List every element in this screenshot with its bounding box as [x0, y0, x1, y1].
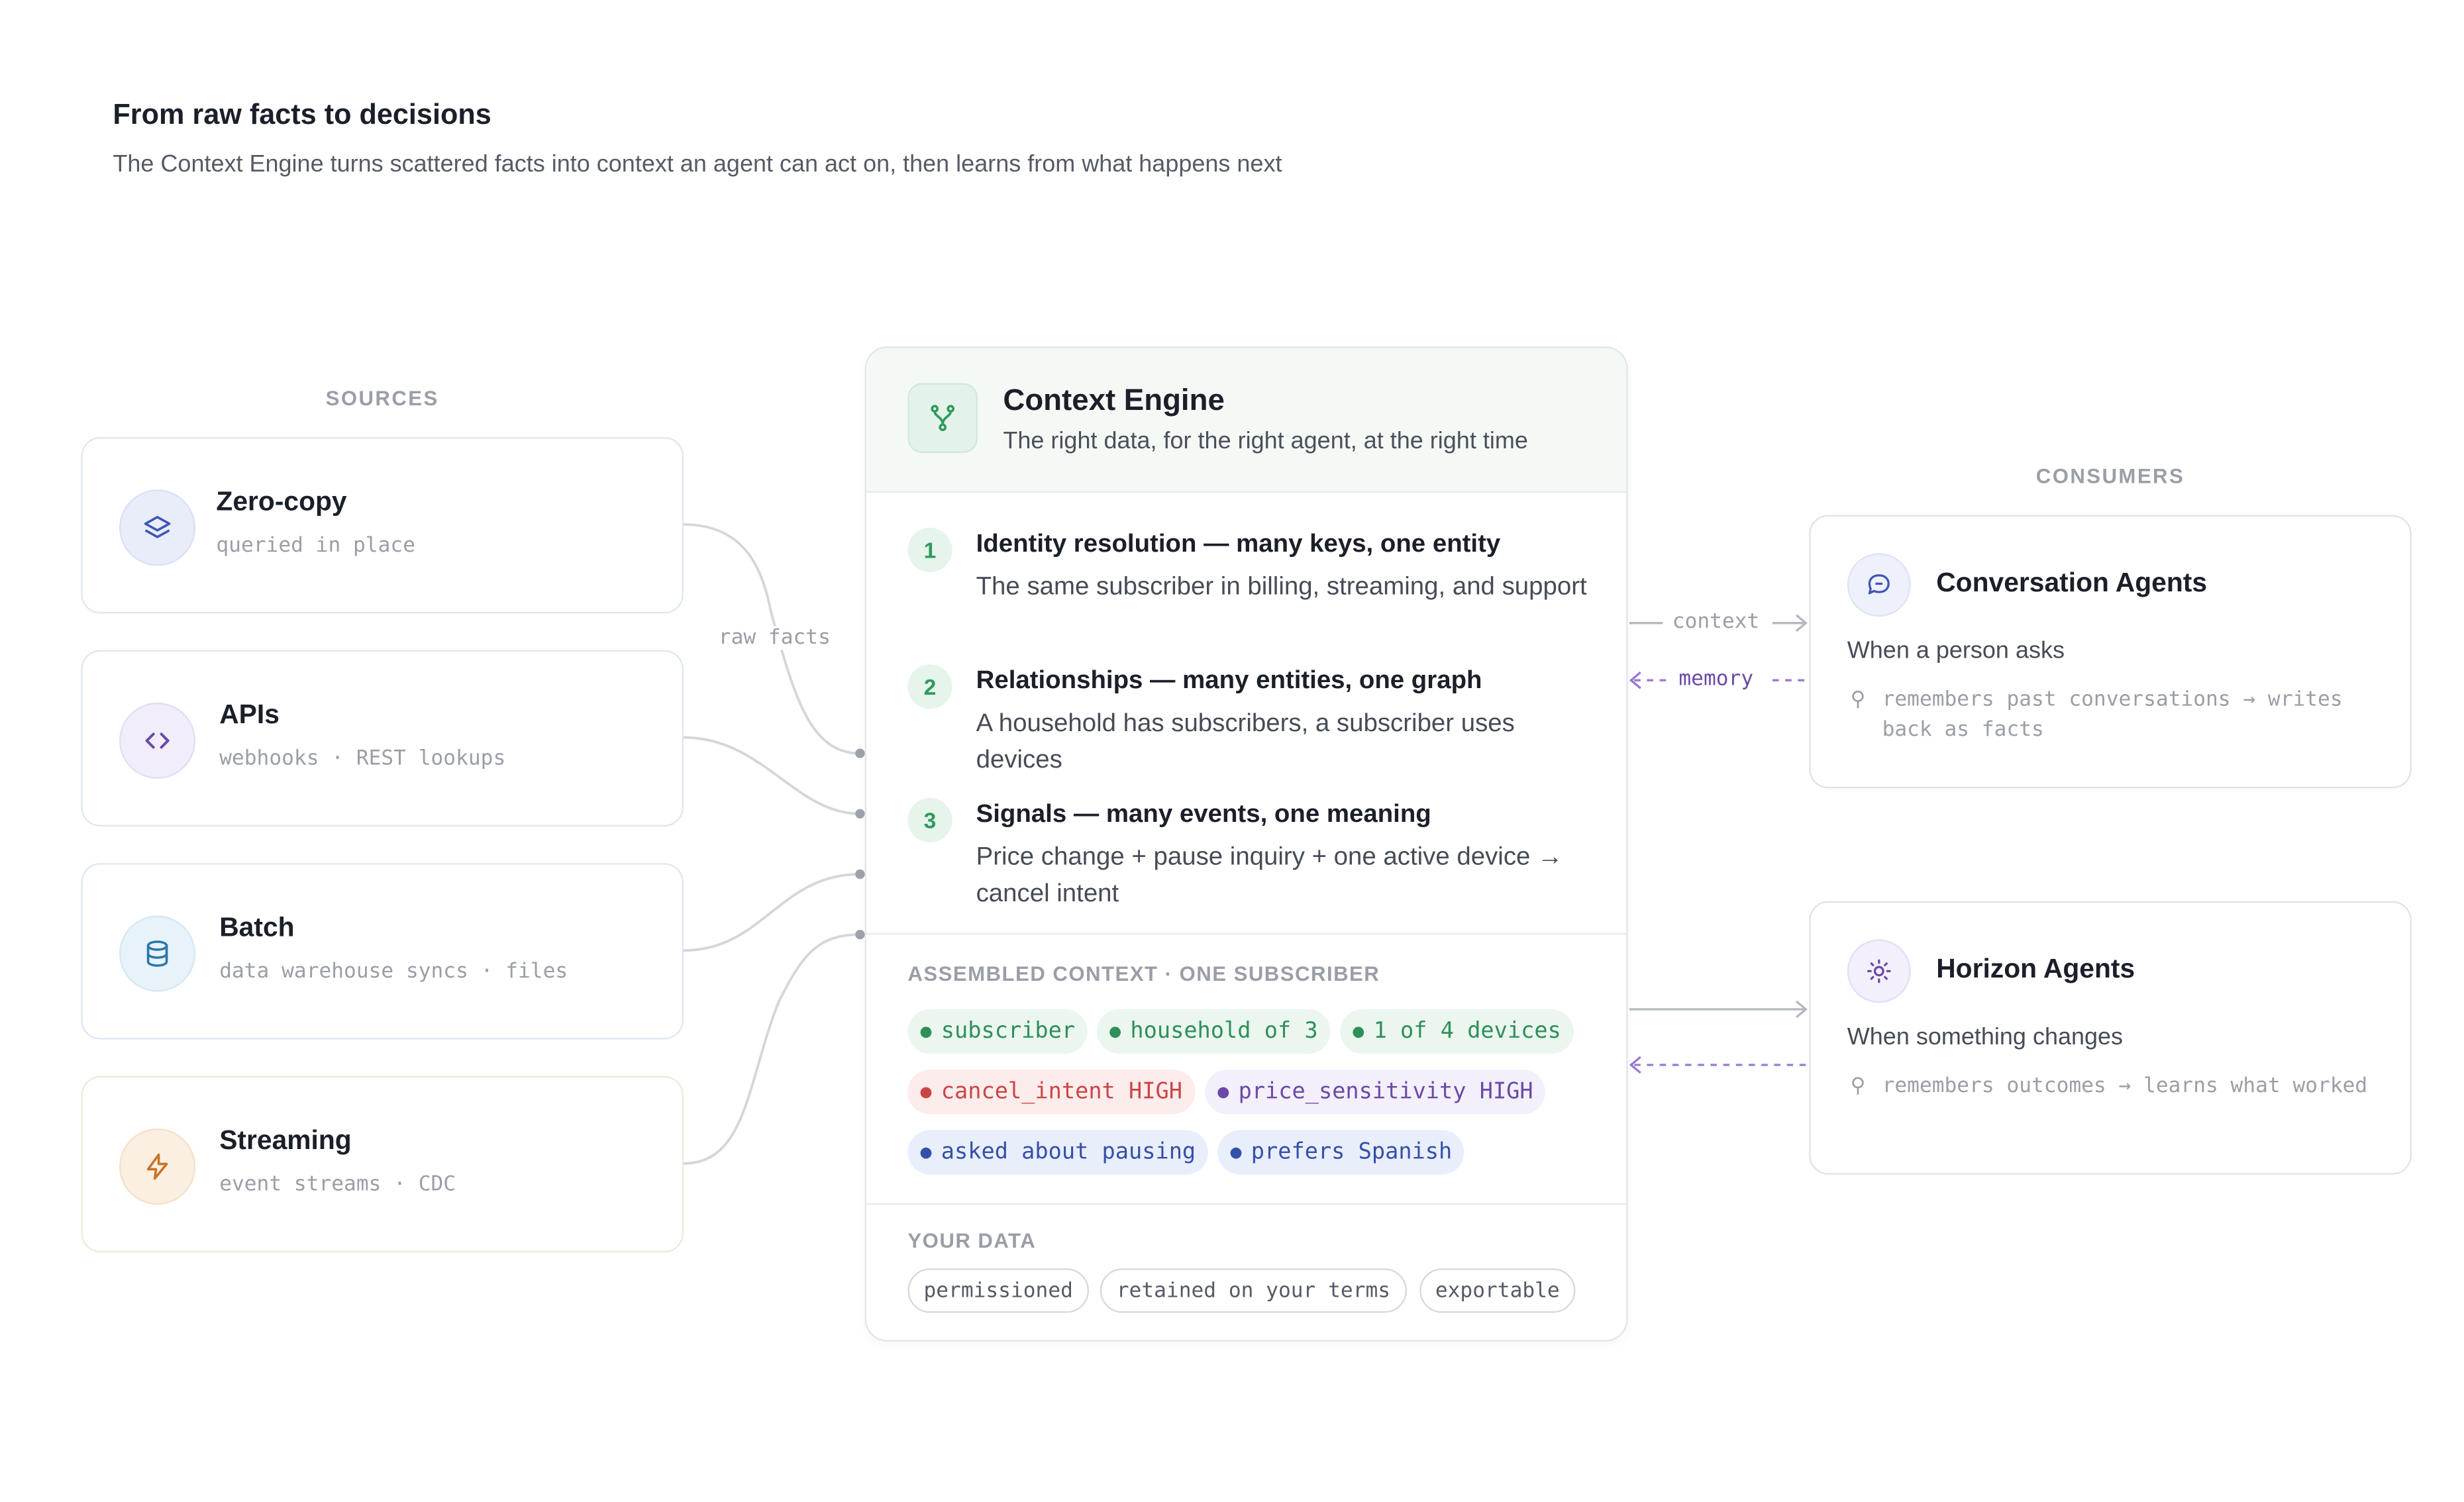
code-icon: [119, 702, 196, 779]
streaming-connector: [683, 933, 860, 1165]
source-subtitle: webhooks · REST lookups: [219, 747, 506, 771]
source-title: Zero-copy: [216, 486, 347, 517]
consumer-card-horizon-agents[interactable]: Horizon Agents When something changes ⚲ …: [1809, 901, 2412, 1175]
source-title: Streaming: [219, 1125, 352, 1156]
consumer-title: Conversation Agents: [1936, 567, 2208, 598]
section-divider: [866, 932, 1627, 935]
consumer-title: Horizon Agents: [1936, 954, 2135, 984]
memory-label: memory: [1675, 668, 1757, 691]
consumer-subtitle: When a person asks: [1847, 637, 2065, 665]
context-chip: price_sensitivity HIGH: [1205, 1070, 1546, 1115]
engine-title: Context Engine: [1003, 384, 1225, 419]
context-chip: prefers Spanish: [1217, 1130, 1465, 1175]
consumer-note-text: remembers past conversations → writes ba…: [1882, 688, 2343, 742]
sun-icon: [1847, 939, 1911, 1003]
apis-connector: [683, 736, 860, 815]
source-title: APIs: [219, 699, 280, 730]
engine-subtitle: The right data, for the right agent, at …: [1003, 427, 1528, 455]
assembled-context-label: ASSEMBLED CONTEXT · ONE SUBSCRIBER: [907, 962, 1380, 985]
engine-header: Context Engine The right data, for the r…: [866, 348, 1627, 493]
step-description: Price change + pause inquiry + one activ…: [976, 844, 1563, 908]
context-engine-card: Context Engine The right data, for the r…: [864, 346, 1628, 1342]
consumer-subtitle: When something changes: [1847, 1023, 2124, 1051]
step-number: 1: [907, 527, 952, 573]
source-subtitle: data warehouse syncs · files: [219, 960, 568, 984]
consumers-label: CONSUMERS: [2035, 464, 2185, 488]
fork-icon: [907, 383, 978, 453]
data-pill: exportable: [1419, 1268, 1576, 1313]
connector-dot: [855, 809, 865, 819]
lightning-icon: [119, 1128, 196, 1205]
consumer-note-text: remembers outcomes → learns what worked: [1882, 1074, 2368, 1099]
consumer-card-conversation-agents[interactable]: Conversation Agents When a person asks ⚲…: [1809, 515, 2412, 789]
consumer-note: ⚲ remembers past conversations → writes …: [1847, 685, 2372, 745]
section-divider: [866, 1203, 1627, 1205]
context-chip: 1 of 4 devices: [1340, 1009, 1574, 1054]
consumer-note: ⚲ remembers outcomes → learns what worke…: [1847, 1072, 2372, 1102]
step-title: Identity resolution — many keys, one ent…: [976, 530, 1501, 558]
context-chip: asked about pausing: [907, 1130, 1209, 1175]
source-card-batch[interactable]: Batch data warehouse syncs · files: [81, 863, 684, 1040]
context-label: context: [1669, 610, 1763, 634]
step-number: 3: [907, 797, 952, 842]
raw-facts-label: raw facts: [715, 626, 834, 650]
source-subtitle: queried in place: [216, 534, 415, 558]
layers-icon: [119, 489, 196, 566]
source-card-streaming[interactable]: Streaming event streams · CDC: [81, 1076, 684, 1253]
source-card-zero-copy[interactable]: Zero-copy queried in place: [81, 437, 684, 614]
database-icon: [119, 915, 196, 992]
source-card-apis[interactable]: APIs webhooks · REST lookups: [81, 650, 684, 826]
data-pill: permissioned: [907, 1268, 1090, 1313]
pin-icon: ⚲: [1850, 688, 1866, 713]
step-title: Relationships — many entities, one graph: [976, 668, 1482, 695]
context-chip: cancel_intent HIGH: [907, 1070, 1196, 1115]
chat-icon: [1847, 553, 1911, 617]
connector-dot: [855, 748, 865, 758]
pin-icon: ⚲: [1850, 1074, 1866, 1099]
step-title: Signals — many events, one meaning: [976, 801, 1431, 828]
connector-dot: [855, 930, 865, 940]
sources-label: SOURCES: [325, 386, 439, 411]
step-description: The same subscriber in billing, streamin…: [976, 574, 1587, 601]
source-title: Batch: [219, 912, 295, 943]
your-data-label: YOUR DATA: [907, 1228, 1037, 1253]
data-pill: retained on your terms: [1100, 1268, 1407, 1313]
diagram-canvas: From raw facts to decisions The Context …: [0, 0, 2464, 1502]
step-description: A household has subscribers, a subscribe…: [976, 710, 1515, 774]
source-subtitle: event streams · CDC: [219, 1173, 456, 1197]
connector-dot: [855, 869, 865, 879]
step-number: 2: [907, 664, 952, 709]
context-chip: subscriber: [907, 1009, 1088, 1054]
context-chip: household of 3: [1097, 1009, 1331, 1054]
